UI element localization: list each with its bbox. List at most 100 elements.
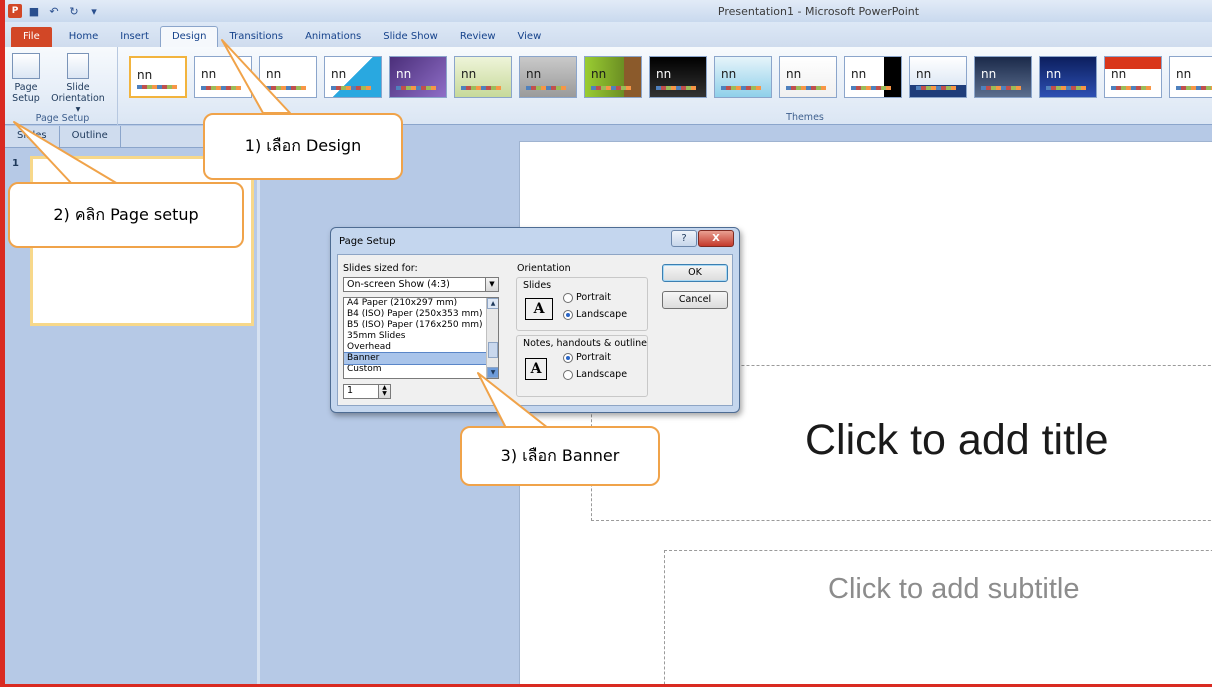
theme-sample-text: nn (331, 67, 347, 81)
theme-thumbnail[interactable]: nn (259, 56, 317, 98)
theme-thumbnail[interactable]: nn (194, 56, 252, 98)
theme-sample-text: nn (786, 67, 802, 81)
group-label-themes: Themes (786, 112, 824, 123)
slide-size-list[interactable]: A4 Paper (210x297 mm) B4 (ISO) Paper (25… (343, 297, 499, 379)
theme-sample-text: nn (461, 67, 477, 81)
slide-size-value: On-screen Show (4:3) (347, 279, 450, 290)
dialog-body: Slides sized for: On-screen Show (4:3) ▼… (337, 254, 733, 406)
title-placeholder-text: Click to add title (805, 416, 1109, 464)
scroll-up-icon[interactable]: ▲ (487, 298, 498, 309)
slides-label: Slides (523, 280, 552, 291)
page-setup-label-2: Setup (12, 93, 40, 104)
tab-file[interactable]: File (11, 27, 52, 47)
scroll-down-icon[interactable]: ▼ (487, 367, 498, 378)
notes-portrait-radio[interactable]: Portrait (563, 352, 611, 363)
callout-step2: 2) คลิก Page setup (8, 182, 244, 248)
tab-insert[interactable]: Insert (109, 27, 160, 47)
subtitle-placeholder[interactable]: Click to add subtitle (664, 550, 1212, 684)
list-item[interactable]: B5 (ISO) Paper (176x250 mm) (344, 320, 486, 331)
theme-thumbnail[interactable]: nn (779, 56, 837, 98)
cancel-button[interactable]: Cancel (662, 291, 728, 309)
group-label-page-setup: Page Setup (35, 113, 90, 124)
callout-step1: 1) เลือก Design (203, 113, 403, 180)
ribbon-design: Page Setup Slide Orientation ▾ Page Setu… (5, 47, 1212, 125)
slides-landscape-label: Landscape (576, 309, 628, 320)
list-item[interactable]: Custom (344, 364, 486, 375)
theme-thumbnail[interactable]: nn (324, 56, 382, 98)
list-item[interactable]: Overhead (344, 342, 486, 353)
notes-portrait-label: Portrait (576, 352, 611, 363)
tab-review[interactable]: Review (449, 27, 507, 47)
notes-label: Notes, handouts & outline (523, 338, 648, 349)
notes-landscape-label: Landscape (576, 369, 628, 380)
slide-size-dropdown[interactable]: On-screen Show (4:3) ▼ (343, 277, 499, 292)
callout-step3: 3) เลือก Banner (460, 426, 660, 486)
tab-design[interactable]: Design (159, 26, 219, 47)
tab-view[interactable]: View (507, 27, 553, 47)
theme-color-bar (1176, 86, 1212, 90)
theme-color-bar (266, 86, 306, 90)
number-slides-from-stepper[interactable]: 1 ▲ ▼ (343, 384, 391, 399)
tab-transitions[interactable]: Transitions (218, 27, 294, 47)
theme-color-bar (656, 86, 696, 90)
list-scrollbar[interactable]: ▲ ▼ (486, 298, 498, 378)
theme-color-bar (721, 86, 761, 90)
notes-landscape-radio[interactable]: Landscape (563, 369, 627, 380)
theme-sample-text: nn (266, 67, 282, 81)
page-setup-icon (12, 53, 40, 79)
theme-sample-text: nn (1046, 67, 1062, 81)
page-setup-button[interactable]: Page Setup (12, 53, 40, 104)
theme-color-bar (591, 86, 631, 90)
radio-icon (563, 292, 573, 303)
tab-outline[interactable]: Outline (60, 126, 121, 147)
slide-orientation-label-1: Slide (66, 82, 90, 93)
spinner-icon[interactable]: ▲ ▼ (378, 385, 390, 398)
slide-orientation-label-2: Orientation ▾ (51, 93, 105, 115)
tab-slide-show[interactable]: Slide Show (372, 27, 449, 47)
help-button[interactable]: ? (671, 230, 697, 247)
theme-color-bar (526, 86, 566, 90)
theme-thumbnail[interactable]: nn (714, 56, 772, 98)
theme-thumbnail[interactable]: nn (584, 56, 642, 98)
slide-orientation-button[interactable]: Slide Orientation ▾ (48, 53, 108, 115)
scroll-thumb[interactable] (488, 342, 498, 358)
theme-thumbnail[interactable]: nn (1104, 56, 1162, 98)
tab-home[interactable]: Home (58, 27, 110, 47)
tab-slides[interactable]: Slides (5, 126, 60, 147)
ok-button[interactable]: OK (662, 264, 728, 282)
theme-thumbnail[interactable]: nn (1169, 56, 1212, 98)
theme-thumbnail[interactable]: nn (519, 56, 577, 98)
stepper-value: 1 (347, 385, 354, 396)
theme-thumbnail[interactable]: nn (649, 56, 707, 98)
slides-orientation-group: Slides A Portrait Landscape (516, 277, 648, 331)
radio-selected-icon (563, 309, 573, 320)
tab-animations[interactable]: Animations (294, 27, 372, 47)
theme-color-bar (786, 86, 826, 90)
theme-thumbnail[interactable]: nn (974, 56, 1032, 98)
slides-landscape-radio[interactable]: Landscape (563, 309, 627, 320)
slide-canvas[interactable]: Click to add title Click to add subtitle (519, 141, 1212, 684)
theme-sample-text: nn (591, 67, 607, 81)
theme-thumbnail[interactable]: nn (454, 56, 512, 98)
theme-sample-text: nn (1176, 67, 1192, 81)
list-item[interactable]: 35mm Slides (344, 331, 486, 342)
chevron-down-icon[interactable]: ▼ (485, 278, 498, 291)
landscape-page-icon: A (525, 298, 553, 320)
theme-color-bar (851, 86, 891, 90)
theme-thumbnail[interactable]: nn (129, 56, 187, 98)
theme-thumbnail[interactable]: nn (844, 56, 902, 98)
close-button[interactable]: X (698, 230, 734, 247)
theme-thumbnail[interactable]: nn (909, 56, 967, 98)
portrait-page-icon: A (525, 358, 547, 380)
list-item[interactable]: B4 (ISO) Paper (250x353 mm) (344, 309, 486, 320)
theme-thumbnail[interactable]: nn (1039, 56, 1097, 98)
list-item[interactable]: A4 Paper (210x297 mm) (344, 298, 486, 309)
radio-selected-icon (563, 352, 573, 363)
title-bar: P ■ ↶ ↻ ▾ Presentation1 - Microsoft Powe… (5, 0, 1212, 22)
theme-sample-text: nn (201, 67, 217, 81)
slides-portrait-radio[interactable]: Portrait (563, 292, 611, 303)
theme-thumbnail[interactable]: nn (389, 56, 447, 98)
dialog-title: Page Setup (339, 236, 396, 247)
list-item-banner[interactable]: Banner (344, 352, 487, 365)
page-setup-label-1: Page (14, 82, 38, 93)
